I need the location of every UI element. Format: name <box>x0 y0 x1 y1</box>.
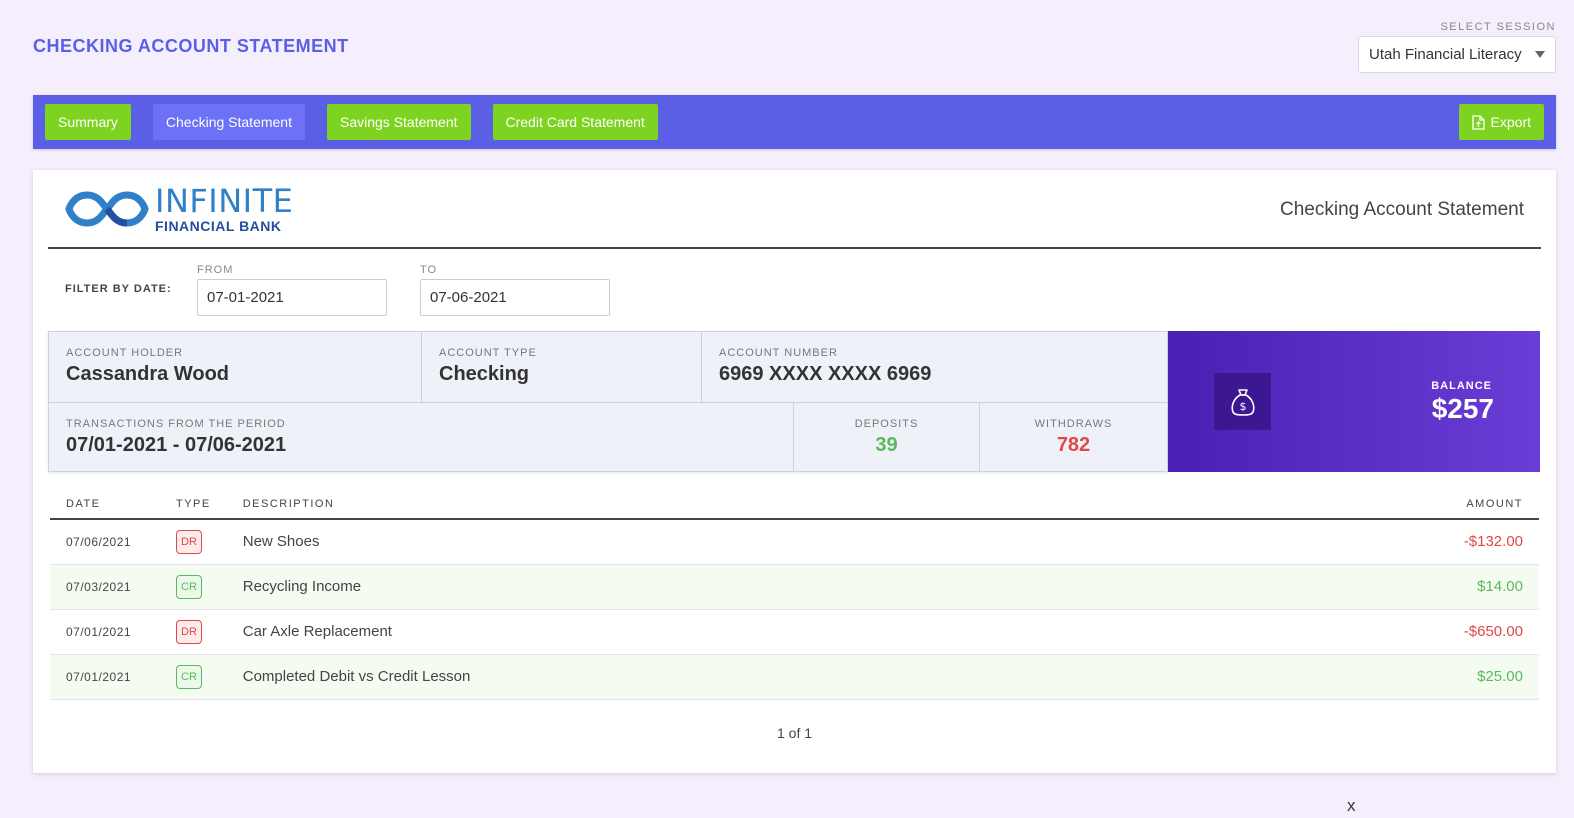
page-title: CHECKING ACCOUNT STATEMENT <box>33 36 349 56</box>
tab-credit-card-statement[interactable]: Credit Card Statement <box>492 104 658 140</box>
statement-title: Checking Account Statement <box>1280 199 1524 220</box>
withdraws-cell: WITHDRAWS 782 <box>980 403 1167 472</box>
row-amount: -$650.00 <box>1197 609 1539 655</box>
from-date-group: FROM <box>197 264 387 316</box>
account-type-value: Checking <box>439 363 530 385</box>
balance-value: $257 <box>1431 393 1494 424</box>
table-row[interactable]: 07/06/2021 DR New Shoes -$132.00 <box>50 519 1539 565</box>
header-description: DESCRIPTION <box>226 489 1198 520</box>
row-amount: -$132.00 <box>1197 519 1539 565</box>
withdraws-label: WITHDRAWS <box>1034 418 1113 430</box>
account-info: ACCOUNT HOLDER Cassandra Wood ACCOUNT TY… <box>48 331 1540 472</box>
nav-bar: Summary Checking Statement Savings State… <box>33 95 1556 149</box>
account-number-value: 6969 XXXX XXXX 6969 <box>719 363 932 385</box>
chevron-down-icon <box>1535 51 1545 58</box>
row-description: Completed Debit vs Credit Lesson <box>226 654 1198 700</box>
debit-badge: DR <box>176 619 202 644</box>
header-type: TYPE <box>160 489 227 520</box>
deposits-label: DEPOSITS <box>854 418 919 430</box>
row-description: Recycling Income <box>226 564 1198 610</box>
period-label: TRANSACTIONS FROM THE PERIOD <box>66 418 286 430</box>
transactions-table: DATE TYPE DESCRIPTION AMOUNT 07/06/2021 … <box>50 489 1539 700</box>
from-label: FROM <box>197 264 234 276</box>
credit-badge: CR <box>176 664 202 689</box>
row-date: 07/01/2021 <box>50 609 160 655</box>
header-amount: AMOUNT <box>1197 489 1539 520</box>
tab-checking-statement[interactable]: Checking Statement <box>152 104 305 140</box>
account-details: ACCOUNT HOLDER Cassandra Wood ACCOUNT TY… <box>48 331 1168 472</box>
row-date: 07/06/2021 <box>50 519 160 565</box>
money-bag-icon: $ <box>1214 373 1271 430</box>
pagination: 1 of 1 <box>776 725 813 741</box>
period-cell: TRANSACTIONS FROM THE PERIOD 07/01-2021 … <box>49 403 794 472</box>
row-date: 07/03/2021 <box>50 564 160 610</box>
tab-summary[interactable]: Summary <box>45 104 131 140</box>
row-amount: $25.00 <box>1197 654 1539 700</box>
session-select[interactable]: Utah Financial Literacy <box>1358 36 1556 73</box>
row-description: New Shoes <box>226 519 1198 565</box>
withdraws-value: 782 <box>1056 434 1091 456</box>
divider <box>48 247 1541 249</box>
row-description: Car Axle Replacement <box>226 609 1198 655</box>
file-export-icon <box>1471 114 1485 130</box>
account-type-label: ACCOUNT TYPE <box>439 347 537 359</box>
infinity-logo-icon <box>65 191 149 227</box>
logo-sub-text: FINANCIAL BANK <box>155 218 282 234</box>
tab-savings-statement[interactable]: Savings Statement <box>326 104 471 140</box>
session-label: SELECT SESSION <box>1440 21 1556 33</box>
deposits-cell: DEPOSITS 39 <box>794 403 980 472</box>
deposits-value: 39 <box>875 434 898 456</box>
logo-main-text: INFINITE <box>155 182 294 220</box>
table-row[interactable]: 07/01/2021 DR Car Axle Replacement -$650… <box>50 609 1539 655</box>
to-date-group: TO <box>420 264 610 316</box>
export-button[interactable]: Export <box>1458 104 1544 140</box>
export-label: Export <box>1490 114 1531 130</box>
table-row[interactable]: 07/01/2021 CR Completed Debit vs Credit … <box>50 654 1539 700</box>
to-date-input[interactable] <box>420 279 610 316</box>
account-holder-value: Cassandra Wood <box>66 363 229 385</box>
bank-logo: INFINITE FINANCIAL BANK <box>63 185 293 233</box>
close-button[interactable]: x <box>1347 796 1356 816</box>
table-header-row: DATE TYPE DESCRIPTION AMOUNT <box>50 489 1539 520</box>
session-value: Utah Financial Literacy <box>1369 46 1522 63</box>
statement-card: INFINITE FINANCIAL BANK Checking Account… <box>33 170 1556 773</box>
table-row[interactable]: 07/03/2021 CR Recycling Income $14.00 <box>50 564 1539 610</box>
account-holder-label: ACCOUNT HOLDER <box>66 347 184 359</box>
account-number-cell: ACCOUNT NUMBER 6969 XXXX XXXX 6969 <box>702 332 1167 402</box>
balance-panel: $ BALANCE $257 <box>1168 331 1540 472</box>
header-date: DATE <box>50 489 160 520</box>
account-holder-cell: ACCOUNT HOLDER Cassandra Wood <box>49 332 422 402</box>
from-date-input[interactable] <box>197 279 387 316</box>
debit-badge: DR <box>176 529 202 554</box>
balance-label: BALANCE <box>1431 380 1492 392</box>
to-label: TO <box>420 264 438 276</box>
svg-text:$: $ <box>1239 400 1246 413</box>
credit-badge: CR <box>176 574 202 599</box>
account-number-label: ACCOUNT NUMBER <box>719 347 838 359</box>
account-type-cell: ACCOUNT TYPE Checking <box>422 332 702 402</box>
row-date: 07/01/2021 <box>50 654 160 700</box>
row-amount: $14.00 <box>1197 564 1539 610</box>
filter-label: FILTER BY DATE: <box>65 283 172 295</box>
period-value: 07/01-2021 - 07/06-2021 <box>66 434 287 456</box>
